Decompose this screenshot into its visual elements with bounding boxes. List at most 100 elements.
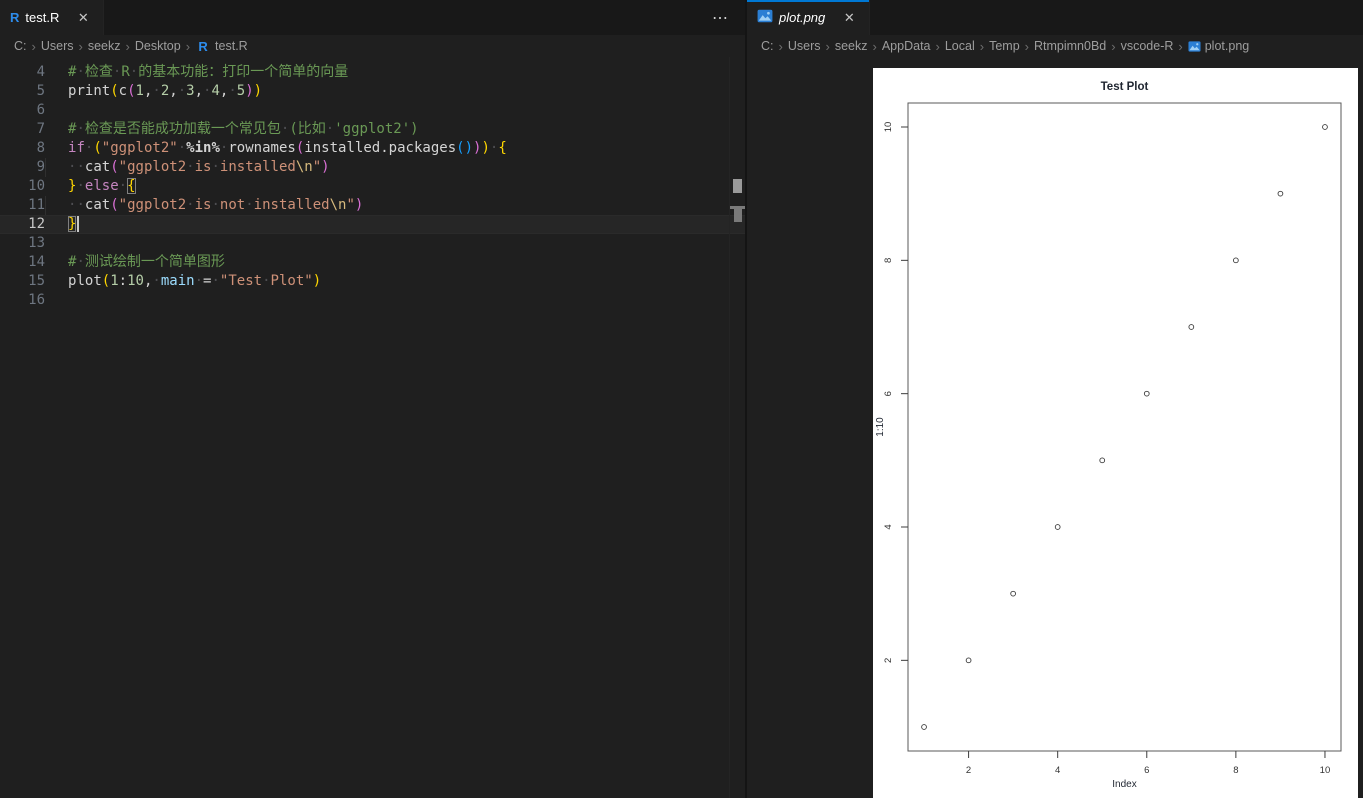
code-token: 5 (236, 83, 246, 99)
x-tick-label: 8 (1233, 765, 1238, 776)
breadcrumb: C: › Users › seekz › Desktop › Rtest.R (0, 35, 745, 57)
breadcrumb-item[interactable]: Local (945, 39, 975, 53)
code-token: ) (253, 83, 263, 99)
breadcrumb-item[interactable]: seekz (88, 39, 121, 53)
breadcrumb-item[interactable]: seekz (835, 39, 868, 53)
code-token: cat (84, 197, 111, 213)
code-token: ,· (143, 83, 161, 99)
breadcrumb-item[interactable]: plot.png (1188, 39, 1249, 53)
code-token: rownames (228, 140, 296, 156)
breadcrumb-item[interactable]: C: (14, 39, 27, 53)
tab-bar-left: R test.R ✕ ⋯ (0, 0, 745, 35)
x-axis-label: Index (1112, 779, 1136, 790)
plot-box (907, 102, 1342, 752)
close-icon[interactable]: ✕ (839, 8, 859, 28)
data-point (1188, 324, 1195, 330)
breadcrumb-label: Rtmpimn0Bd (1034, 39, 1107, 53)
tab-label: test.R (25, 10, 60, 25)
breadcrumb-label: Temp (989, 39, 1020, 53)
r-logo-icon: R (10, 10, 20, 25)
breadcrumb-item[interactable]: Users (41, 39, 74, 53)
code-line: 8 if·("ggplot2"·%in%·rownames(installed.p… (0, 139, 745, 158)
code-token: if (68, 140, 85, 156)
breadcrumb-item[interactable]: Desktop (135, 39, 181, 53)
overview-ruler-border (729, 57, 730, 798)
tab-label: plot.png (779, 10, 826, 25)
code-editor[interactable]: 4 #·检查·R·的基本功能：打印一个简单的向量 5 print(c(1,·2,·3,… (0, 57, 745, 798)
breadcrumb-item[interactable]: Temp (989, 39, 1020, 53)
code-token: ( (127, 83, 136, 99)
line-content (45, 291, 745, 310)
indent-guide (45, 158, 46, 177)
breadcrumb-item[interactable]: C: (761, 39, 774, 53)
code-token: ) (464, 140, 473, 156)
line-number: 14 (28, 254, 45, 270)
breadcrumb-item[interactable]: vscode-R (1121, 39, 1174, 53)
code-token: 10 (127, 273, 144, 289)
code-token: ) (354, 197, 364, 213)
code-token: { (498, 140, 507, 156)
code-token: ( (110, 197, 119, 213)
code-token: ( (295, 140, 305, 156)
breadcrumb-label: seekz (834, 39, 868, 53)
code-token: ) (481, 140, 490, 156)
code-token: "Test·Plot" (219, 273, 313, 289)
line-number: 16 (28, 292, 45, 308)
data-point (921, 724, 927, 730)
code-token: ( (101, 273, 111, 289)
breadcrumb: C: › Users › seekz › AppData › Local › Temp › Rtmpim… (747, 35, 1363, 57)
breadcrumb-label: AppData (881, 39, 931, 53)
code-token: cat (84, 159, 111, 175)
y-tick-label: 2 (883, 658, 894, 663)
chevron-right-icon: › (78, 38, 83, 54)
x-tick-label: 4 (1055, 765, 1060, 776)
line-number: 11 (28, 197, 45, 213)
close-icon[interactable]: ✕ (73, 8, 93, 28)
chevron-right-icon: › (1024, 38, 1029, 54)
data-point (1099, 457, 1106, 464)
code-token: %in% (186, 140, 220, 156)
line-content: plot(1:10,·main·=·"Test·Plot") (45, 272, 745, 291)
code-token: installed.packages (304, 140, 457, 156)
code-token: : (118, 273, 128, 289)
code-token: 1 (110, 273, 119, 289)
code-line: 9 ··cat("ggplot2·is·installed\n") (0, 158, 745, 177)
editor-group-right: plot.png ✕ C: › Users › seekz › AppData › Local ›… (747, 0, 1363, 798)
code-token: ( (110, 83, 119, 99)
y-tick-label: 8 (883, 258, 894, 263)
breadcrumb-label: Users (787, 39, 821, 53)
text-cursor (77, 216, 80, 232)
tab-test-r[interactable]: R test.R ✕ (0, 0, 105, 35)
code-token: " (346, 197, 355, 213)
editor-actions-ellipsis[interactable]: ⋯ (697, 0, 745, 35)
line-number: 9 (36, 159, 45, 175)
breadcrumb-item[interactable]: AppData (882, 39, 931, 53)
breadcrumb-label: Users (40, 39, 74, 53)
code-token: ( (110, 159, 119, 175)
code-token: "ggplot2" (101, 140, 178, 156)
code-token: #·检查·R·的基本功能：打印一个简单的向量 (68, 64, 349, 80)
chevron-right-icon: › (1111, 38, 1116, 54)
image-viewer: 2 4 6 8 10 2 4 6 8 10 Test Plot Index 1:10 (747, 57, 1363, 798)
code-token: ,· (194, 83, 212, 99)
code-token: ) (312, 273, 322, 289)
code-line: 10}·else·{ (0, 177, 745, 196)
breadcrumb-label: plot.png (1204, 39, 1250, 53)
code-token: main (160, 273, 195, 289)
plot-image: 2 4 6 8 10 2 4 6 8 10 Test Plot Index 1:10 (873, 68, 1358, 798)
y-tick-label: 10 (883, 122, 894, 133)
code-line: 11 ··cat("ggplot2·is·not·installed\n") (0, 196, 745, 215)
image-file-icon (757, 8, 773, 27)
x-tick-label: 6 (1144, 765, 1149, 776)
line-content: print(c(1,·2,·3,·4,·5)) (45, 82, 745, 101)
breadcrumb-item[interactable]: Users (788, 39, 821, 53)
chevron-right-icon: › (979, 38, 985, 54)
overview-ruler-mark (734, 209, 742, 222)
tab-plot-png[interactable]: plot.png ✕ (747, 0, 871, 35)
code-token: "ggplot2·is·installed (118, 159, 296, 175)
x-tick-label: 2 (966, 765, 971, 776)
code-token: c (118, 83, 128, 99)
code-line: 4 #·检查·R·的基本功能：打印一个简单的向量 (0, 63, 745, 82)
breadcrumb-item[interactable]: Rtmpimn0Bd (1034, 39, 1106, 53)
breadcrumb-item[interactable]: Rtest.R (195, 39, 247, 54)
